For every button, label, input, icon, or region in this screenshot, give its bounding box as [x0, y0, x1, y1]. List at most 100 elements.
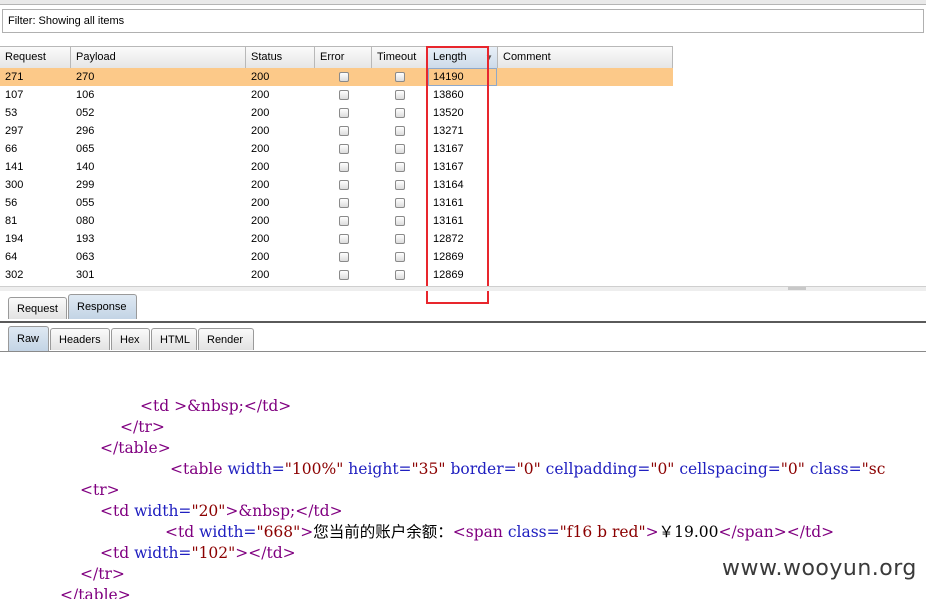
cell-payload: 065	[76, 143, 95, 155]
cell-status: 200	[251, 251, 270, 263]
cell-request: 300	[5, 179, 24, 191]
cell-status: 200	[251, 89, 270, 101]
error-checkbox[interactable]	[339, 144, 349, 154]
table-row[interactable]: 56 055 200 13161	[0, 194, 673, 212]
table-row[interactable]: 302 301 200 12869	[0, 266, 673, 284]
table-row[interactable]: 271 270 200 14190	[0, 68, 673, 86]
cell-payload: 299	[76, 179, 95, 191]
cell-payload: 301	[76, 269, 95, 281]
code-line: <tr>	[80, 481, 120, 499]
timeout-checkbox[interactable]	[395, 126, 405, 136]
table-header: Request Payload Status Error Timeout Len…	[0, 46, 673, 69]
cell-payload: 052	[76, 107, 95, 119]
tab-hex[interactable]: Hex	[111, 328, 150, 350]
cell-request: 271	[5, 71, 24, 83]
error-checkbox[interactable]	[339, 252, 349, 262]
code-line: </table>	[60, 586, 131, 599]
cell-request: 81	[5, 215, 18, 227]
code-line: <td width="102"></td>	[100, 544, 296, 562]
timeout-checkbox[interactable]	[395, 72, 405, 82]
filter-bar[interactable]: Filter: Showing all items	[2, 9, 924, 33]
cell-request: 56	[5, 197, 18, 209]
table-row[interactable]: 297 296 200 13271	[0, 122, 673, 140]
cell-status: 200	[251, 143, 270, 155]
timeout-checkbox[interactable]	[395, 180, 405, 190]
timeout-checkbox[interactable]	[395, 90, 405, 100]
tab-render[interactable]: Render	[198, 328, 254, 350]
cell-status: 200	[251, 107, 270, 119]
table-row[interactable]: 53 052 200 13520	[0, 104, 673, 122]
timeout-checkbox[interactable]	[395, 162, 405, 172]
cell-request: 297	[5, 125, 24, 137]
cell-status: 200	[251, 233, 270, 245]
tab-headers[interactable]: Headers	[50, 328, 110, 350]
column-header-timeout[interactable]: Timeout	[372, 47, 428, 68]
cell-request: 194	[5, 233, 24, 245]
error-checkbox[interactable]	[339, 72, 349, 82]
code-line: <td >&nbsp;</td>	[140, 397, 292, 415]
cell-payload: 063	[76, 251, 95, 263]
error-checkbox[interactable]	[339, 108, 349, 118]
watermark: www.wooyun.org	[722, 556, 917, 581]
error-checkbox[interactable]	[339, 90, 349, 100]
error-checkbox[interactable]	[339, 270, 349, 280]
table-row[interactable]: 64 063 200 12869	[0, 248, 673, 266]
error-checkbox[interactable]	[339, 216, 349, 226]
cell-request: 53	[5, 107, 18, 119]
column-header-request[interactable]: Request	[0, 47, 71, 68]
table-row[interactable]: 81 080 200 13161	[0, 212, 673, 230]
timeout-checkbox[interactable]	[395, 270, 405, 280]
cell-status: 200	[251, 197, 270, 209]
cell-payload: 296	[76, 125, 95, 137]
tab-response[interactable]: Response	[68, 294, 137, 319]
tab-request[interactable]: Request	[8, 297, 67, 319]
error-checkbox[interactable]	[339, 234, 349, 244]
cell-status: 200	[251, 161, 270, 173]
timeout-checkbox[interactable]	[395, 144, 405, 154]
cell-status: 200	[251, 269, 270, 281]
cell-payload: 270	[76, 71, 95, 83]
table-row[interactable]: 141 140 200 13167	[0, 158, 673, 176]
table-row[interactable]: 300 299 200 13164	[0, 176, 673, 194]
table-row[interactable]: 66 065 200 13167	[0, 140, 673, 158]
table-body: 271 270 200 14190 107 106 200 13860 53 052 200 1352…	[0, 68, 673, 284]
timeout-checkbox[interactable]	[395, 108, 405, 118]
cell-payload: 055	[76, 197, 95, 209]
cell-payload: 106	[76, 89, 95, 101]
timeout-checkbox[interactable]	[395, 234, 405, 244]
scrollbar-thumb[interactable]	[788, 287, 806, 290]
timeout-checkbox[interactable]	[395, 216, 405, 226]
filter-text: Filter: Showing all items	[8, 15, 125, 27]
cell-payload: 140	[76, 161, 95, 173]
code-line: <td width="668">您当前的账户余额：<span class="f1…	[165, 523, 835, 541]
cell-status: 200	[251, 71, 270, 83]
column-header-payload[interactable]: Payload	[71, 47, 246, 68]
horizontal-scrollbar[interactable]	[0, 286, 926, 291]
code-line: <td width="20">&nbsp;</td>	[100, 502, 343, 520]
cell-payload: 193	[76, 233, 95, 245]
error-checkbox[interactable]	[339, 126, 349, 136]
column-header-comment[interactable]: Comment	[498, 47, 673, 68]
error-checkbox[interactable]	[339, 162, 349, 172]
code-line: </table>	[100, 439, 171, 457]
error-checkbox[interactable]	[339, 180, 349, 190]
cell-request: 302	[5, 269, 24, 281]
cell-status: 200	[251, 179, 270, 191]
code-line: </tr>	[80, 565, 125, 583]
column-header-status[interactable]: Status	[246, 47, 315, 68]
timeout-checkbox[interactable]	[395, 252, 405, 262]
code-line: <table width="100%" height="35" border="…	[170, 460, 886, 478]
tab-raw[interactable]: Raw	[8, 326, 49, 351]
red-highlight-box	[426, 46, 489, 304]
timeout-checkbox[interactable]	[395, 198, 405, 208]
table-row[interactable]: 107 106 200 13860	[0, 86, 673, 104]
cell-request: 66	[5, 143, 18, 155]
top-border	[0, 0, 926, 5]
view-tabs: Raw Headers Hex HTML Render	[0, 324, 926, 352]
error-checkbox[interactable]	[339, 198, 349, 208]
table-row[interactable]: 194 193 200 12872	[0, 230, 673, 248]
column-header-error[interactable]: Error	[315, 47, 372, 68]
cell-status: 200	[251, 125, 270, 137]
cell-request: 64	[5, 251, 18, 263]
tab-html[interactable]: HTML	[151, 328, 197, 350]
